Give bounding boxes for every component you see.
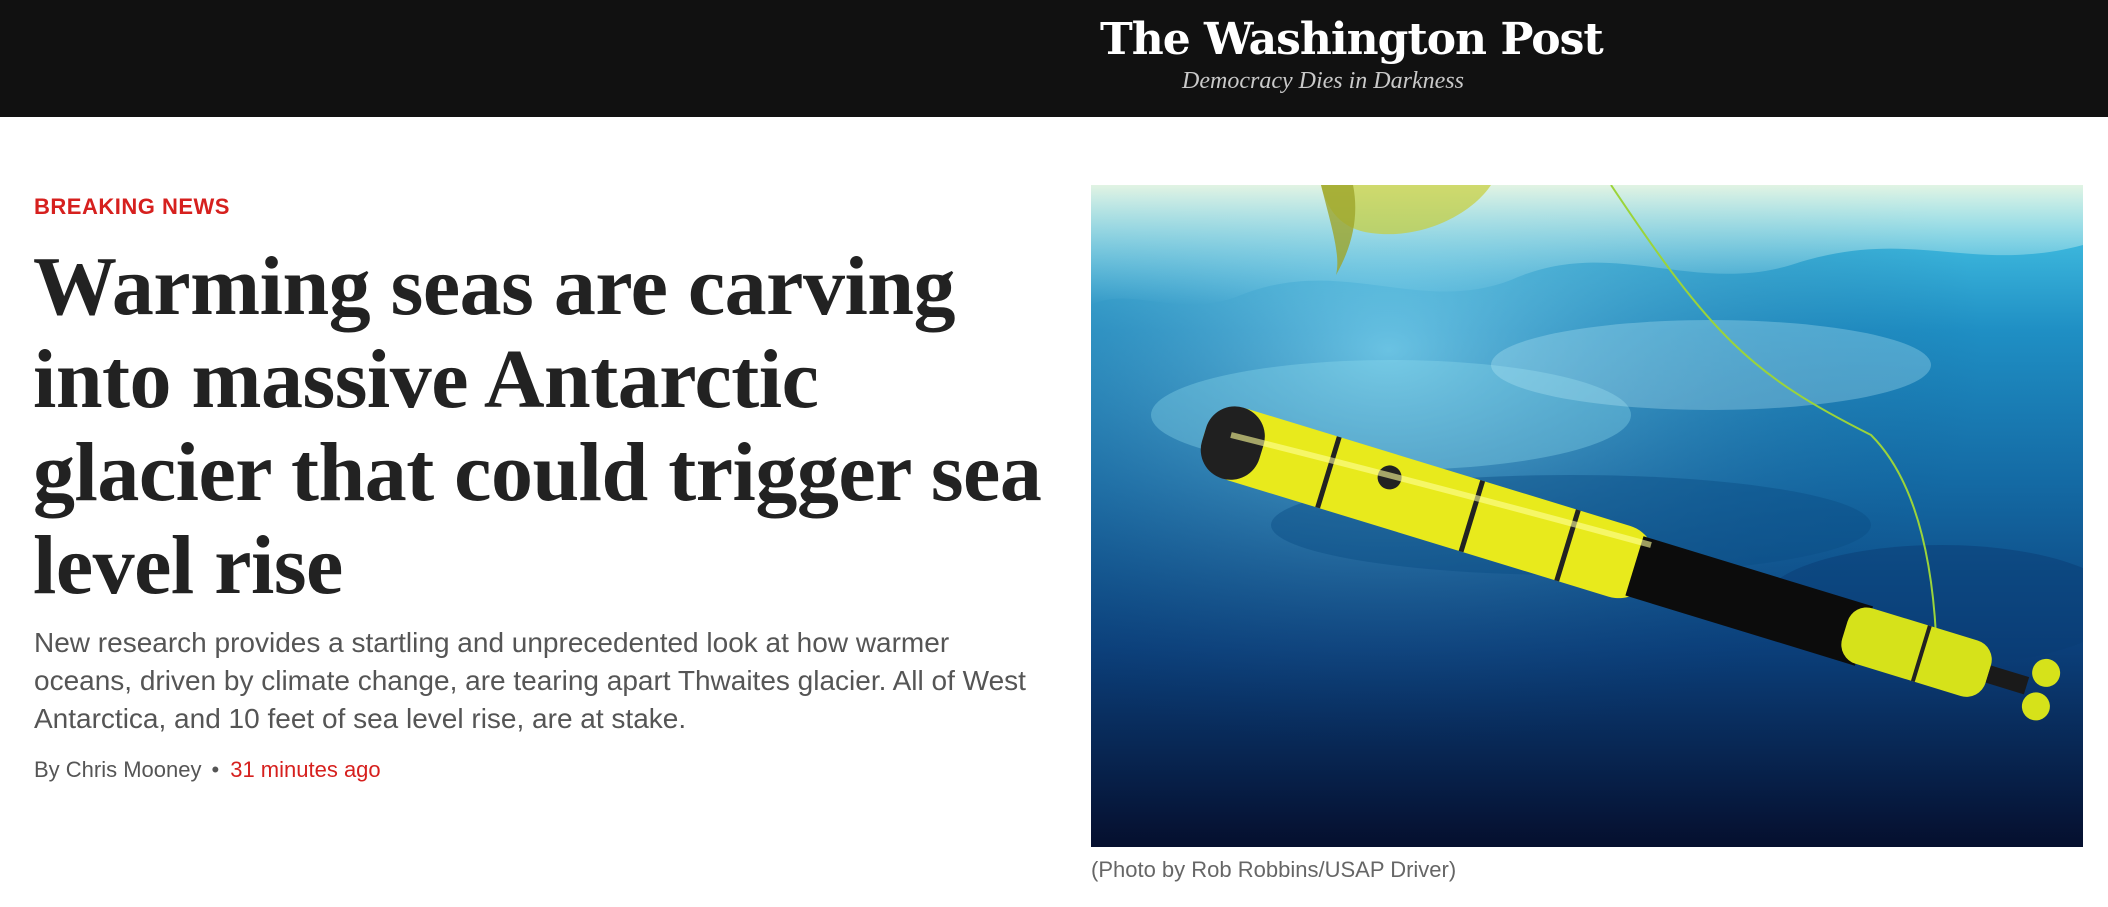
- byline-separator: •: [211, 757, 220, 782]
- story-summary: New research provides a startling and un…: [34, 627, 1026, 734]
- byline: By Chris Mooney • 31 minutes ago: [34, 756, 381, 784]
- masthead: The Washington Post Democracy Dies in Da…: [0, 0, 2108, 117]
- washington-post-logo: The Washington Post: [1100, 14, 1604, 65]
- underwater-vehicle-image: [1091, 185, 2083, 847]
- tagline: Democracy Dies in Darkness: [1182, 68, 1464, 94]
- logo-link[interactable]: The Washington Post Democracy Dies in Da…: [1100, 12, 1604, 96]
- timestamp: 31 minutes ago: [230, 757, 381, 782]
- headline-link[interactable]: Warming seas are carving into massive An…: [33, 240, 1063, 612]
- photo-caption: (Photo by Rob Robbins/USAP Driver): [1091, 857, 1457, 882]
- author-link[interactable]: By Chris Mooney: [34, 757, 202, 782]
- story-photo[interactable]: [1091, 185, 2083, 847]
- breaking-news-label: BREAKING NEWS: [34, 194, 230, 219]
